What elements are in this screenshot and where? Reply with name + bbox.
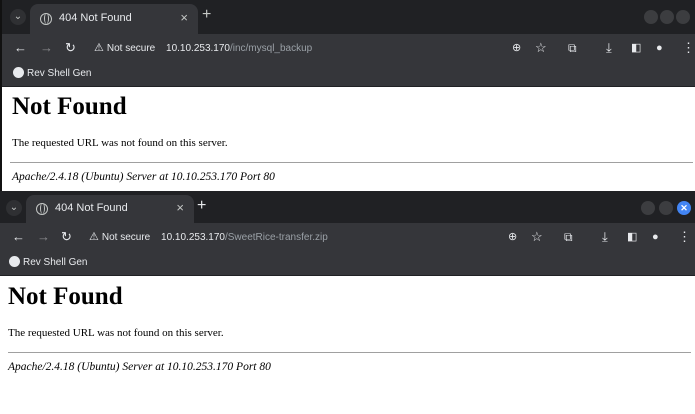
url-path: /SweetRice-transfer.zip (224, 232, 328, 243)
browser-window-1: ⌄ 404 Not Found × + ← → ↻ ⚠ Not secure 10… (0, 0, 695, 191)
profile-icon[interactable]: ● (656, 40, 663, 56)
kebab-menu-icon[interactable]: ⋮ (682, 40, 695, 56)
tab-strip: ⌄ 404 Not Found × + ✕ (0, 193, 695, 223)
back-arrow-icon[interactable]: ← (12, 229, 25, 245)
window-close-button[interactable] (676, 10, 690, 24)
minimize-button[interactable] (644, 10, 658, 24)
plus-icon[interactable]: + (197, 197, 206, 215)
download-icon[interactable]: ⤓ (602, 229, 608, 245)
reload-icon[interactable]: ↻ (65, 40, 76, 56)
side-panel-icon[interactable]: ◧ (631, 40, 641, 56)
skull-icon (13, 67, 24, 78)
star-icon[interactable]: ☆ (535, 40, 547, 56)
zoom-icon[interactable]: ⊕ (512, 40, 521, 56)
window-close-button[interactable]: ✕ (677, 201, 691, 215)
url-path: /inc/mysql_backup (229, 43, 313, 54)
close-icon[interactable]: × (176, 200, 184, 215)
browser-window-2: ⌄ 404 Not Found × + ✕ ← → ↻ ⚠ Not secure … (0, 193, 695, 414)
chevron-down-icon[interactable]: ⌄ (10, 9, 26, 25)
reload-icon[interactable]: ↻ (61, 229, 72, 245)
maximize-button[interactable] (659, 201, 673, 215)
zoom-icon[interactable]: ⊕ (508, 229, 517, 245)
tab-active[interactable]: 404 Not Found × (30, 4, 198, 34)
back-arrow-icon[interactable]: ← (14, 40, 27, 56)
minimize-button[interactable] (641, 201, 655, 215)
page-title: Not Found (12, 93, 127, 120)
security-label[interactable]: Not secure (107, 43, 155, 54)
nav-toolbar: ← → ↻ ⚠ Not secure 10.10.253.170/inc/mysq… (2, 34, 695, 62)
bookmark-rev-shell-gen[interactable]: Rev Shell Gen (9, 256, 87, 268)
close-icon[interactable]: × (180, 10, 188, 25)
server-signature: Apache/2.4.18 (Ubuntu) Server at 10.10.2… (12, 171, 275, 183)
url-host: 10.10.253.170 (166, 43, 230, 54)
url-host: 10.10.253.170 (161, 232, 225, 243)
security-label[interactable]: Not secure (102, 232, 150, 243)
tab-title: 404 Not Found (59, 12, 132, 24)
nav-toolbar: ← → ↻ ⚠ Not secure 10.10.253.170/SweetRic… (0, 223, 695, 251)
warning-triangle-icon[interactable]: ⚠ (89, 230, 99, 243)
globe-icon (36, 203, 48, 215)
side-panel-icon[interactable]: ◧ (627, 229, 637, 245)
star-icon[interactable]: ☆ (531, 229, 543, 245)
page-title: Not Found (8, 283, 123, 310)
warning-triangle-icon[interactable]: ⚠ (94, 41, 104, 54)
address-bar[interactable]: ⚠ Not secure 10.10.253.170/inc/mysql_back… (94, 41, 312, 54)
bookmarks-bar: Rev Shell Gen (2, 62, 695, 87)
globe-icon (40, 13, 52, 25)
error-message: The requested URL was not found on this … (12, 137, 228, 149)
skull-icon (9, 256, 20, 267)
forward-arrow-icon[interactable]: → (40, 40, 53, 56)
download-icon[interactable]: ⤓ (606, 40, 612, 56)
bookmarks-bar: Rev Shell Gen (0, 251, 695, 276)
puzzle-icon[interactable]: ⧉ (564, 229, 573, 245)
bookmark-rev-shell-gen[interactable]: Rev Shell Gen (13, 67, 91, 79)
profile-icon[interactable]: ● (652, 229, 659, 245)
plus-icon[interactable]: + (202, 6, 211, 24)
tab-active[interactable]: 404 Not Found × (26, 195, 194, 223)
kebab-menu-icon[interactable]: ⋮ (678, 229, 691, 245)
address-bar[interactable]: ⚠ Not secure 10.10.253.170/SweetRice-tran… (89, 230, 328, 243)
divider (8, 352, 691, 353)
divider (10, 162, 693, 163)
puzzle-icon[interactable]: ⧉ (568, 40, 577, 56)
bookmark-label: Rev Shell Gen (23, 257, 88, 268)
error-message: The requested URL was not found on this … (8, 327, 224, 339)
bookmark-label: Rev Shell Gen (27, 68, 92, 79)
tab-strip: ⌄ 404 Not Found × + (2, 0, 695, 34)
server-signature: Apache/2.4.18 (Ubuntu) Server at 10.10.2… (8, 361, 271, 373)
forward-arrow-icon[interactable]: → (37, 229, 50, 245)
maximize-button[interactable] (660, 10, 674, 24)
tab-title: 404 Not Found (55, 202, 128, 214)
chevron-down-icon[interactable]: ⌄ (6, 200, 22, 216)
